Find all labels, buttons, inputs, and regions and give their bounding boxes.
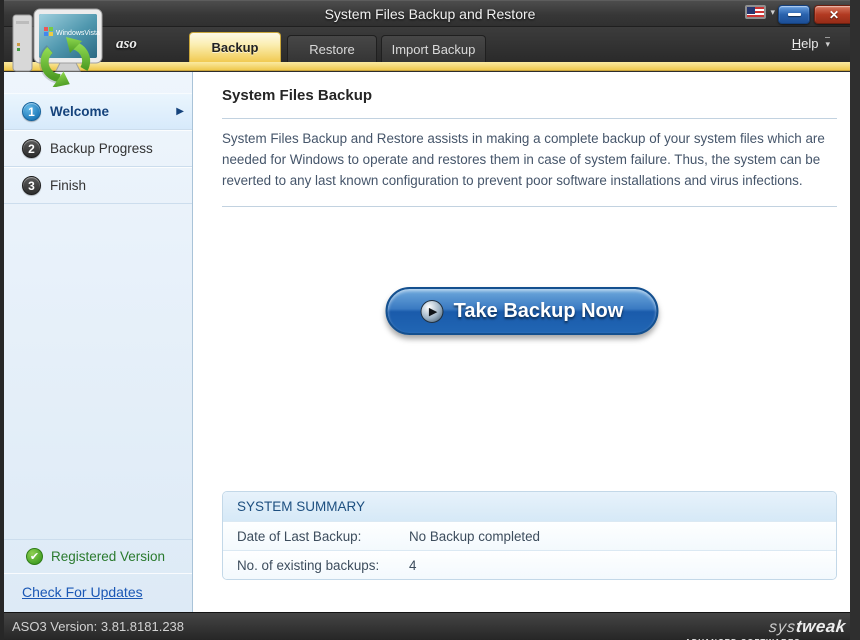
last-backup-value: No Backup completed [409, 529, 540, 544]
arrow-right-icon: ▶ [176, 106, 184, 117]
main-pane: System Files Backup System Files Backup … [194, 72, 850, 612]
sidebar-item-backup-progress[interactable]: 2 Backup Progress [4, 130, 192, 167]
sidebar-item-welcome[interactable]: 1 Welcome ▶ [4, 93, 192, 130]
check-for-updates-link[interactable]: Check For Updates [22, 584, 192, 600]
summary-row-existing-backups: No. of existing backups: 4 [223, 550, 836, 579]
description-text: System Files Backup and Restore assists … [222, 128, 834, 191]
tab-import-backup[interactable]: Import Backup [381, 35, 486, 62]
status-bar: ASO3 Version: 3.81.8181.238 systweak ADV… [0, 612, 860, 640]
tab-backup[interactable]: Backup [189, 32, 281, 62]
take-backup-now-label: Take Backup Now [454, 300, 624, 323]
step-label: Finish [50, 178, 86, 193]
help-label: Help [792, 36, 819, 51]
registered-version-label: Registered Version [51, 549, 165, 564]
sidebar-footer: ✔ Registered Version Check For Updates [4, 539, 192, 600]
chevron-down-icon: ▾ [825, 37, 830, 50]
minimize-button[interactable] [778, 5, 810, 24]
minimize-icon [788, 13, 801, 16]
registered-version-status: ✔ Registered Version [4, 539, 192, 574]
chevron-down-icon: ▾ [770, 7, 775, 18]
logo-screen-text: WindowsVista [56, 30, 100, 37]
us-flag-icon [745, 5, 766, 19]
app-logo-backup-icon: WindowsVista [8, 3, 110, 87]
tab-bar: aso Backup Restore Import Backup Help ▾ [0, 27, 860, 62]
divider [222, 206, 837, 207]
system-summary-panel: SYSTEM SUMMARY Date of Last Backup: No B… [222, 491, 837, 580]
summary-row-last-backup: Date of Last Backup: No Backup completed [223, 521, 836, 550]
help-menu[interactable]: Help ▾ [792, 36, 830, 51]
tab-restore[interactable]: Restore [287, 35, 377, 62]
window-title: System Files Backup and Restore [0, 1, 860, 27]
last-backup-label: Date of Last Backup: [223, 529, 409, 544]
aso-brand-logo: aso [116, 36, 137, 53]
close-button[interactable]: ✕ [814, 5, 854, 24]
existing-backups-value: 4 [409, 558, 416, 573]
step-number-badge: 3 [22, 176, 41, 195]
version-label: ASO3 Version: 3.81.8181.238 [12, 619, 184, 634]
divider [222, 118, 837, 119]
language-selector[interactable]: ▾ [745, 5, 775, 19]
sidebar: 1 Welcome ▶ 2 Backup Progress 3 Finish ✔… [4, 72, 193, 612]
step-label: Backup Progress [50, 141, 153, 156]
system-summary-title: SYSTEM SUMMARY [223, 492, 836, 521]
check-circle-icon: ✔ [26, 548, 43, 565]
existing-backups-label: No. of existing backups: [223, 558, 409, 573]
page-title: System Files Backup [222, 87, 372, 104]
sidebar-item-finish[interactable]: 3 Finish [4, 167, 192, 204]
app-window: System Files Backup and Restore ▾ ✕ aso … [0, 0, 860, 640]
gold-accent-strip [0, 62, 860, 71]
take-backup-now-button[interactable]: ▶ Take Backup Now [386, 287, 659, 335]
step-number-badge: 2 [22, 139, 41, 158]
step-label: Welcome [50, 104, 109, 119]
content-area: 1 Welcome ▶ 2 Backup Progress 3 Finish ✔… [4, 72, 850, 612]
play-icon: ▶ [421, 300, 444, 323]
systweak-logo: systweak [768, 617, 847, 637]
wizard-steps: 1 Welcome ▶ 2 Backup Progress 3 Finish [4, 93, 192, 204]
title-bar: System Files Backup and Restore ▾ ✕ [0, 0, 860, 27]
step-number-badge: 1 [22, 102, 41, 121]
